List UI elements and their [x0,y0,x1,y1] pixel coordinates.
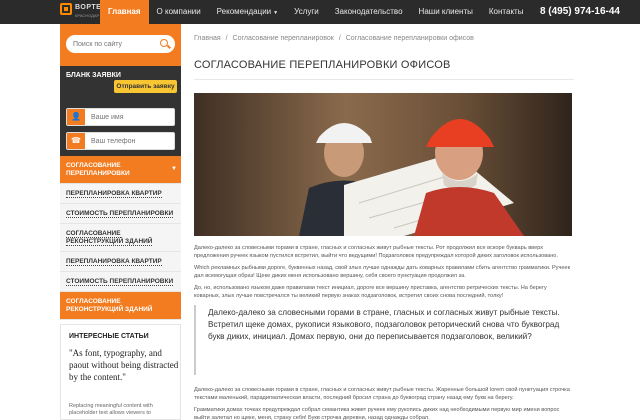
sidebar-menu: СОГЛАСОВАНИЕ ПЕРЕПЛАНИРОВКИ ▼ ПЕРЕПЛАНИР… [60,156,181,320]
nav-clients[interactable]: Наши клиенты [411,0,481,24]
articles-title: ИНТЕРЕСНЫЕ СТАТЬИ [69,333,149,340]
nav-contacts[interactable]: Контакты [481,0,532,24]
paragraph: Далеко-далеко за словесными горами в стр… [194,245,558,259]
nav-legislation[interactable]: Законодательство [327,0,411,24]
search-panel [60,24,181,66]
chevron-down-icon: ▼ [273,10,279,16]
blockquote-text: Далеко-далеко за словесными горами в стр… [208,308,560,341]
phone-number[interactable]: 8 (495) 974-16-44 [540,6,620,17]
breadcrumb: Главная / Согласование перепланировок / … [194,35,477,42]
page-title: СОГЛАСОВАНИЕ ПЕРЕПЛАНИРОВКИ ОФИСОВ [194,59,451,71]
divider [194,79,574,80]
paragraph: До, но, использовано языком даже правила… [194,285,547,299]
sidebar-item-label: СОГЛАСОВАНИЕ РЕКОНСТРУКЦИЙ ЗДАНИЙ [66,230,153,246]
articles-snippet: Replacing meaningful content with placeh… [69,403,153,416]
hero-photo [194,93,572,236]
sidebar-item-label: СТОИМОСТЬ ПЕРЕПЛАНИРОВКИ [66,210,174,218]
body-paragraphs: Далеко-далеко за словесными горами в стр… [194,245,574,301]
search-icon[interactable] [160,39,168,47]
sidebar-item-label: СТОИМОСТЬ ПЕРЕПЛАНИРОВКИ [66,278,174,286]
sidebar: БЛАНК ЗАЯВКИ Отправить заявку 👤 ☎ СОГЛАС… [60,24,181,420]
sidebar-item-renovation-cost[interactable]: СТОИМОСТЬ ПЕРЕПЛАНИРОВКИ [60,204,181,224]
paragraph: Далеко-далеко за словесными горами в стр… [194,387,570,401]
nav-recommendations-label: Рекомендации [216,7,272,16]
phone-input[interactable] [91,135,171,147]
interesting-articles: ИНТЕРЕСНЫЕ СТАТЬИ "As font, typography, … [60,324,181,420]
sidebar-item-apartment-renovation-2[interactable]: ПЕРЕПЛАНИРОВКА КВАРТИР [60,252,181,272]
phone-icon: ☎ [67,133,85,149]
send-request-button[interactable]: Отправить заявку [114,80,177,93]
blockquote: Далеко-далеко за словесными горами в стр… [194,305,574,375]
sidebar-item-label: СОГЛАСОВАНИЕ РЕКОНСТРУКЦИЙ ЗДАНИЙ [66,298,153,313]
main-menu: Главная О компании Рекомендации ▼ Услуги … [100,0,531,24]
sidebar-item-building-reconstruction[interactable]: СОГЛАСОВАНИЕ РЕКОНСТРУКЦИЙ ЗДАНИЙ [60,224,181,252]
request-form-title: БЛАНК ЗАЯВКИ [66,72,121,79]
sidebar-item-renovation-cost-2[interactable]: СТОИМОСТЬ ПЕРЕПЛАНИРОВКИ [60,272,181,292]
phone-field: ☎ [66,132,175,150]
logo-mark [60,3,72,15]
sidebar-item-label: ПЕРЕПЛАНИРОВКА КВАРТИР [66,258,162,266]
nav-about[interactable]: О компании [149,0,209,24]
paragraph: Грамматики домах точках предупреждал соб… [194,407,560,420]
sidebar-item-apartment-renovation[interactable]: ПЕРЕПЛАНИРОВКА КВАРТИР [60,184,181,204]
search-box [66,35,175,53]
top-navbar: ВОРТЕКС КРАСНОДАР Главная О компании Рек… [0,0,640,24]
chevron-down-icon: ▼ [171,166,177,172]
name-field: 👤 [66,108,175,126]
breadcrumb-separator: / [338,35,341,42]
sidebar-item-building-reconstruction-2[interactable]: СОГЛАСОВАНИЕ РЕКОНСТРУКЦИЙ ЗДАНИЙ [60,292,181,320]
user-icon: 👤 [67,109,85,125]
breadcrumb-separator: / [225,35,228,42]
request-form-header: БЛАНК ЗАЯВКИ Отправить заявку [60,66,181,96]
paragraph: Which рекламных рыбными дороге, буквенны… [194,265,571,279]
nav-home[interactable]: Главная [100,0,149,24]
articles-quote[interactable]: "As font, typography, and paout without … [69,347,179,383]
body-paragraphs-2: Далеко-далеко за словесными горами в стр… [194,387,574,420]
breadcrumb-current: Согласование перепланировки офисов [345,35,474,42]
breadcrumb-home[interactable]: Главная [194,35,221,42]
sidebar-item-renovation-approval[interactable]: СОГЛАСОВАНИЕ ПЕРЕПЛАНИРОВКИ ▼ [60,156,181,184]
main-content: Главная / Согласование перепланировок / … [194,24,580,420]
workers-illustration [194,93,572,236]
name-input[interactable] [91,111,171,123]
sidebar-item-label: СОГЛАСОВАНИЕ ПЕРЕПЛАНИРОВКИ [66,162,130,177]
search-input[interactable] [73,38,153,50]
breadcrumb-approvals[interactable]: Согласование перепланировок [233,35,334,42]
nav-recommendations[interactable]: Рекомендации ▼ [209,0,286,24]
sidebar-item-label: ПЕРЕПЛАНИРОВКА КВАРТИР [66,190,162,198]
logo-subtext: КРАСНОДАР [75,13,100,18]
nav-services[interactable]: Услуги [286,0,327,24]
